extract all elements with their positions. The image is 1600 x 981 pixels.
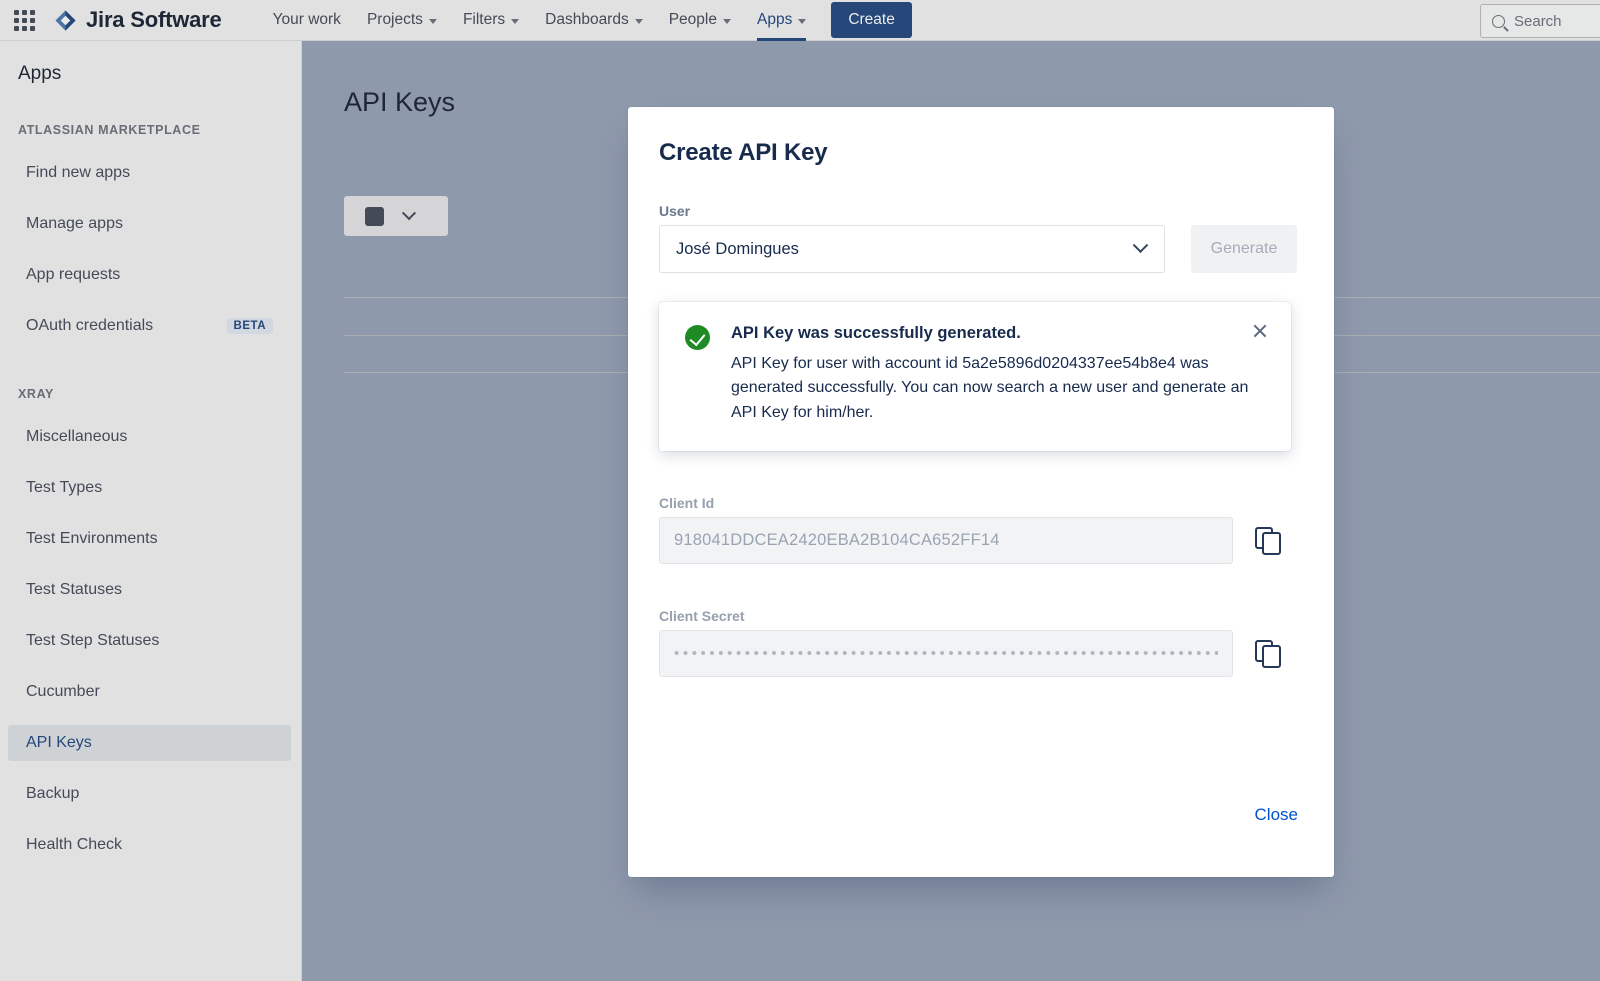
flag-body: API Key for user with account id 5a2e589… xyxy=(731,352,1269,425)
nav-item-your-work[interactable]: Your work xyxy=(260,0,354,41)
nav-label: People xyxy=(669,11,717,29)
nav-label: Projects xyxy=(367,11,423,29)
sidebar-item-manage-apps[interactable]: Manage apps xyxy=(8,206,291,242)
nav-label: Apps xyxy=(757,11,792,29)
search-input[interactable]: Search xyxy=(1480,4,1600,38)
sidebar-item-test-types[interactable]: Test Types xyxy=(8,470,291,506)
brand-text: Jira Software xyxy=(86,7,222,33)
success-flag: API Key was successfully generated. API … xyxy=(659,302,1291,451)
client-id-input[interactable]: 918041DDCEA2420EBA2B104CA652FF14 xyxy=(659,517,1233,564)
create-api-key-dialog: Create API Key User José Domingues Gener… xyxy=(628,107,1334,877)
square-icon xyxy=(365,207,384,226)
sidebar-item-label: Cucumber xyxy=(26,683,100,701)
nav-label: Filters xyxy=(463,11,505,29)
search-icon xyxy=(1492,15,1505,28)
sidebar-item-label: Test Types xyxy=(26,479,102,497)
sidebar-item-label: OAuth credentials xyxy=(26,317,153,335)
chevron-down-icon xyxy=(1133,237,1149,253)
sidebar-item-test-environments[interactable]: Test Environments xyxy=(8,521,291,557)
sidebar-item-find-new-apps[interactable]: Find new apps xyxy=(8,155,291,191)
sidebar-group-heading-xray: XRAY xyxy=(0,387,301,401)
user-select-value: José Domingues xyxy=(676,240,799,259)
generate-button[interactable]: Generate xyxy=(1191,225,1297,273)
user-select-dropdown[interactable]: José Domingues xyxy=(659,225,1165,273)
sidebar-item-backup[interactable]: Backup xyxy=(8,776,291,812)
sidebar-item-label: Backup xyxy=(26,785,79,803)
client-secret-row: ••••••••••••••••••••••••••••••••••••••••… xyxy=(659,630,1304,677)
client-secret-group: Client Secret ••••••••••••••••••••••••••… xyxy=(659,608,1304,677)
beta-badge: BETA xyxy=(227,318,273,334)
client-secret-label: Client Secret xyxy=(659,608,1304,624)
create-button[interactable]: Create xyxy=(831,2,912,38)
nav-item-people[interactable]: People xyxy=(656,0,744,41)
sidebar-item-test-statuses[interactable]: Test Statuses xyxy=(8,572,291,608)
close-icon[interactable] xyxy=(1251,322,1269,340)
chevron-down-icon xyxy=(635,19,643,24)
sidebar-item-oauth-credentials[interactable]: OAuth credentials BETA xyxy=(8,308,291,344)
flag-text-block: API Key was successfully generated. API … xyxy=(731,324,1269,425)
sidebar-item-label: Test Environments xyxy=(26,530,158,548)
sidebar-item-label: Health Check xyxy=(26,836,122,854)
sidebar-group-heading-marketplace: ATLASSIAN MARKETPLACE xyxy=(0,123,301,137)
sidebar-item-test-step-statuses[interactable]: Test Step Statuses xyxy=(8,623,291,659)
sidebar: Apps ATLASSIAN MARKETPLACE Find new apps… xyxy=(0,41,302,981)
sidebar-item-label: Test Statuses xyxy=(26,581,122,599)
sidebar-item-api-keys[interactable]: API Keys xyxy=(8,725,291,761)
nav-label: Dashboards xyxy=(545,11,629,29)
dialog-footer: Close xyxy=(659,801,1304,829)
top-navigation-bar: Jira Software Your work Projects Filters… xyxy=(0,0,1600,41)
chevron-down-icon xyxy=(402,206,416,220)
user-field-row: José Domingues Generate xyxy=(659,225,1304,273)
user-field-label: User xyxy=(659,203,1304,219)
sidebar-spacer xyxy=(0,359,301,387)
table-filter-dropdown[interactable] xyxy=(344,196,448,236)
flag-title: API Key was successfully generated. xyxy=(731,324,1269,343)
search-placeholder: Search xyxy=(1514,13,1562,30)
sidebar-item-label: App requests xyxy=(26,266,120,284)
chevron-down-icon xyxy=(798,19,806,24)
sidebar-item-miscellaneous[interactable]: Miscellaneous xyxy=(8,419,291,455)
copy-icon[interactable] xyxy=(1255,527,1283,555)
app-switcher-grid-icon[interactable] xyxy=(14,10,40,32)
chevron-down-icon xyxy=(511,19,519,24)
dialog-title: Create API Key xyxy=(659,139,1304,167)
chevron-down-icon xyxy=(723,19,731,24)
nav-item-apps[interactable]: Apps xyxy=(744,0,819,41)
client-id-group: Client Id 918041DDCEA2420EBA2B104CA652FF… xyxy=(659,495,1304,564)
success-check-icon xyxy=(685,325,710,350)
nav-item-projects[interactable]: Projects xyxy=(354,0,450,41)
client-id-label: Client Id xyxy=(659,495,1304,511)
client-id-row: 918041DDCEA2420EBA2B104CA652FF14 xyxy=(659,517,1304,564)
sidebar-item-cucumber[interactable]: Cucumber xyxy=(8,674,291,710)
copy-icon[interactable] xyxy=(1255,640,1283,668)
nav-item-dashboards[interactable]: Dashboards xyxy=(532,0,656,41)
sidebar-item-label: Test Step Statuses xyxy=(26,632,159,650)
masked-value: ••••••••••••••••••••••••••••••••••••••••… xyxy=(674,645,1218,662)
chevron-down-icon xyxy=(429,19,437,24)
sidebar-item-label: API Keys xyxy=(26,734,92,752)
sidebar-item-label: Manage apps xyxy=(26,215,123,233)
client-secret-input[interactable]: ••••••••••••••••••••••••••••••••••••••••… xyxy=(659,630,1233,677)
nav-item-filters[interactable]: Filters xyxy=(450,0,532,41)
sidebar-item-health-check[interactable]: Health Check xyxy=(8,827,291,863)
sidebar-item-label: Find new apps xyxy=(26,164,130,182)
jira-diamond-icon xyxy=(54,9,77,32)
nav-label: Your work xyxy=(273,11,341,29)
sidebar-title: Apps xyxy=(0,63,301,85)
jira-brand[interactable]: Jira Software xyxy=(54,7,222,33)
sidebar-item-app-requests[interactable]: App requests xyxy=(8,257,291,293)
close-button[interactable]: Close xyxy=(1249,801,1304,829)
sidebar-item-label: Miscellaneous xyxy=(26,428,127,446)
